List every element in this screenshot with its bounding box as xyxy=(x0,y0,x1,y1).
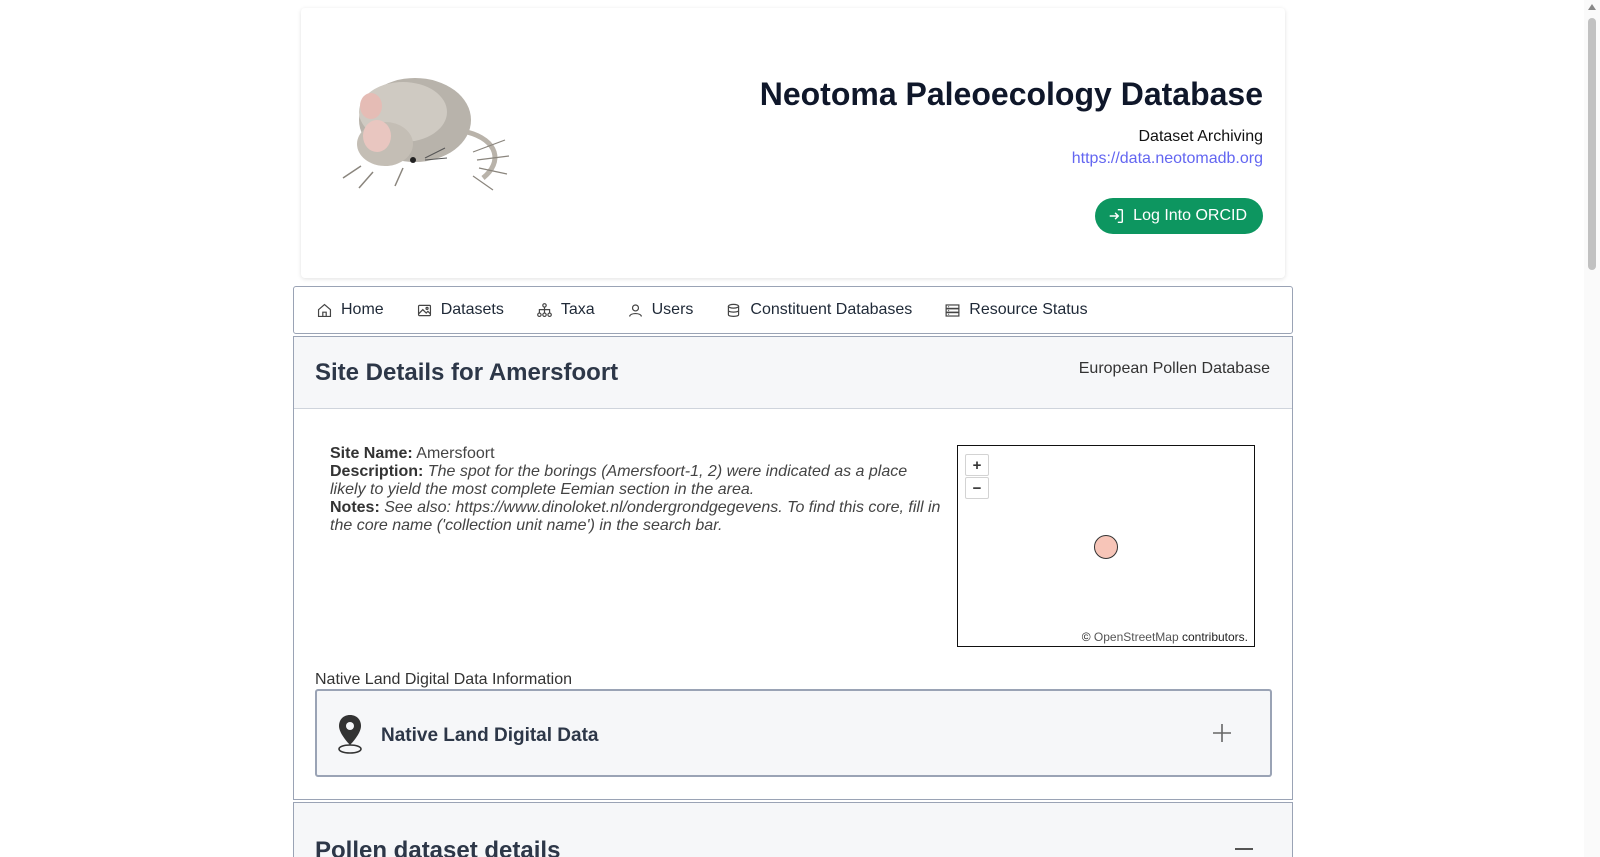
nav-item-label: Constituent Databases xyxy=(750,301,913,318)
site-subtitle: Dataset Archiving xyxy=(1138,128,1263,145)
site-name-label: Site Name: xyxy=(330,445,413,462)
site-details-title: Site Details for Amersfoort xyxy=(315,359,619,386)
attribution-prefix: © xyxy=(1081,630,1091,644)
site-description-label: Description: xyxy=(330,463,424,480)
main-nav: Home Datasets Taxa Users Constituent Dat… xyxy=(293,286,1293,334)
site-title: Neotoma Paleoecology Database xyxy=(759,76,1263,112)
pollen-dataset-panel: Pollen dataset details xyxy=(293,802,1293,857)
scroll-up-arrow-icon[interactable] xyxy=(1588,4,1596,10)
site-notes-row: Notes: See also: https://www.dinoloket.n… xyxy=(330,499,942,535)
nav-item-label: Taxa xyxy=(560,301,595,318)
site-url-link[interactable]: https://data.neotomadb.org xyxy=(1072,150,1263,168)
database-icon xyxy=(728,303,740,317)
map-zoom-out-button[interactable]: − xyxy=(965,477,989,499)
site-name-value: Amersfoort xyxy=(416,445,495,462)
site-details-header: Site Details for Amersfoort European Pol… xyxy=(294,337,1292,409)
minus-icon[interactable] xyxy=(1232,843,1256,855)
page: Neotoma Paleoecology Database Dataset Ar… xyxy=(0,0,1600,857)
native-land-title: Native Land Digital Data xyxy=(381,725,599,746)
nav-item-label: Users xyxy=(651,301,694,318)
orcid-login-label: Log Into ORCID xyxy=(1133,207,1247,224)
native-land-section-label: Native Land Digital Data Information xyxy=(315,671,573,688)
nav-item-label: Resource Status xyxy=(969,301,1088,318)
nav-item-label: Home xyxy=(341,301,384,318)
orcid-login-button[interactable]: Log Into ORCID xyxy=(1095,198,1263,234)
site-notes-label: Notes: xyxy=(330,499,380,516)
user-icon xyxy=(628,303,642,317)
site-name-row: Site Name: Amersfoort xyxy=(330,445,942,463)
native-land-accordion[interactable]: Native Land Digital Data xyxy=(315,689,1272,777)
header-card: Neotoma Paleoecology Database Dataset Ar… xyxy=(301,8,1285,278)
image-icon xyxy=(417,304,431,316)
map-pin-icon xyxy=(338,715,362,754)
map-zoom-in-button[interactable]: + xyxy=(965,454,989,476)
site-details-panel: Site Details for Amersfoort European Pol… xyxy=(293,336,1293,800)
nav-item-label: Datasets xyxy=(440,301,504,318)
nav-item-resource-status[interactable]: Resource Status xyxy=(944,301,1088,319)
nav-item-users[interactable]: Users xyxy=(627,301,694,319)
nav-item-taxa[interactable]: Taxa xyxy=(536,301,595,319)
log-in-icon xyxy=(1109,208,1124,224)
page-scrollbar[interactable] xyxy=(1584,0,1600,857)
nav-item-home[interactable]: Home xyxy=(316,301,384,319)
pollen-dataset-title: Pollen dataset details xyxy=(315,837,561,857)
site-info: Site Name: Amersfoort Description: The s… xyxy=(330,445,942,535)
site-map[interactable]: + − © OpenStreetMap contributors. xyxy=(957,445,1255,647)
hierarchy-icon xyxy=(536,302,552,317)
scroll-thumb[interactable] xyxy=(1588,18,1596,270)
openstreetmap-link[interactable]: OpenStreetMap xyxy=(1094,630,1179,644)
constituent-database-label: European Pollen Database xyxy=(1078,360,1270,377)
server-icon xyxy=(945,303,960,317)
woodrat-logo xyxy=(342,78,510,191)
attribution-suffix: contributors. xyxy=(1181,630,1248,644)
home-icon xyxy=(317,303,332,317)
nav-item-datasets[interactable]: Datasets xyxy=(416,301,504,319)
site-description-row: Description: The spot for the borings (A… xyxy=(330,463,942,499)
site-location-marker[interactable] xyxy=(1094,535,1118,559)
site-notes-value: See also: https://www.dinoloket.nl/onder… xyxy=(330,499,941,534)
plus-icon[interactable] xyxy=(1210,719,1234,747)
map-attribution: © OpenStreetMap contributors. xyxy=(1082,630,1248,644)
nav-item-constituent-databases[interactable]: Constituent Databases xyxy=(725,301,912,319)
